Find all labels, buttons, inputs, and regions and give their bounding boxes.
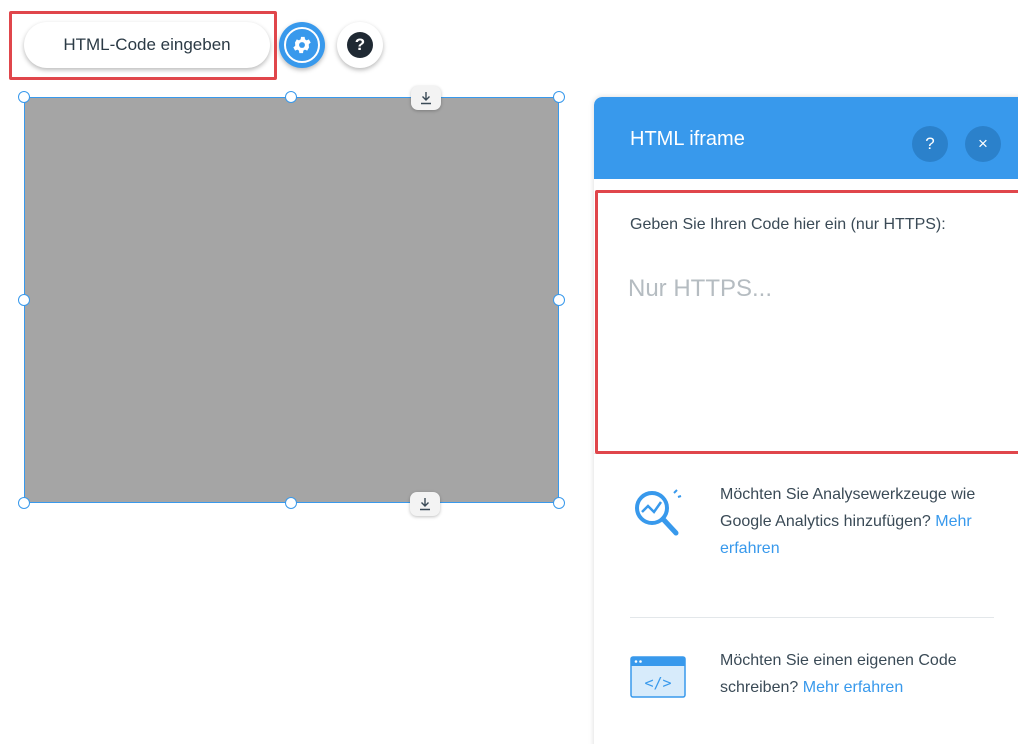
stretch-bottom-button[interactable] [410,492,440,516]
resize-handle-left[interactable] [18,294,30,306]
custom-code-learn-more-link[interactable]: Mehr erfahren [803,679,904,696]
stretch-top-button[interactable] [411,86,441,110]
settings-button[interactable] [279,22,325,68]
resize-handle-bottom-left[interactable] [18,497,30,509]
close-icon: × [978,134,988,153]
resize-handle-bottom-right[interactable] [553,497,565,509]
resize-handle-bottom[interactable] [285,497,297,509]
gear-icon [284,27,320,63]
svg-text:</>: </> [644,674,671,692]
download-arrow-icon [421,92,431,105]
code-input-highlight [595,190,1018,454]
resize-handle-top[interactable] [285,91,297,103]
analytics-magnifier-icon [635,489,682,536]
help-button[interactable]: ? [337,22,383,68]
panel-help-button[interactable]: ? [912,126,948,162]
resize-handle-top-left[interactable] [18,91,30,103]
panel-close-button[interactable]: × [965,126,1001,162]
custom-code-hint: Möchten Sie einen eigenen Code schreiben… [720,647,1010,701]
html-iframe-component[interactable] [24,97,559,503]
analytics-hint: Möchten Sie Analysewerkzeuge wie Google … [720,481,1010,562]
question-icon: ? [925,134,935,153]
panel-title: HTML iframe [630,128,745,150]
download-arrow-icon [420,498,430,511]
panel-header: HTML iframe ? × [594,97,1018,179]
question-icon: ? [347,32,373,58]
divider [630,617,994,618]
resize-handle-right[interactable] [553,294,565,306]
toolbar-highlight [9,11,277,80]
resize-handle-top-right[interactable] [553,91,565,103]
code-window-icon: </> [630,656,686,698]
